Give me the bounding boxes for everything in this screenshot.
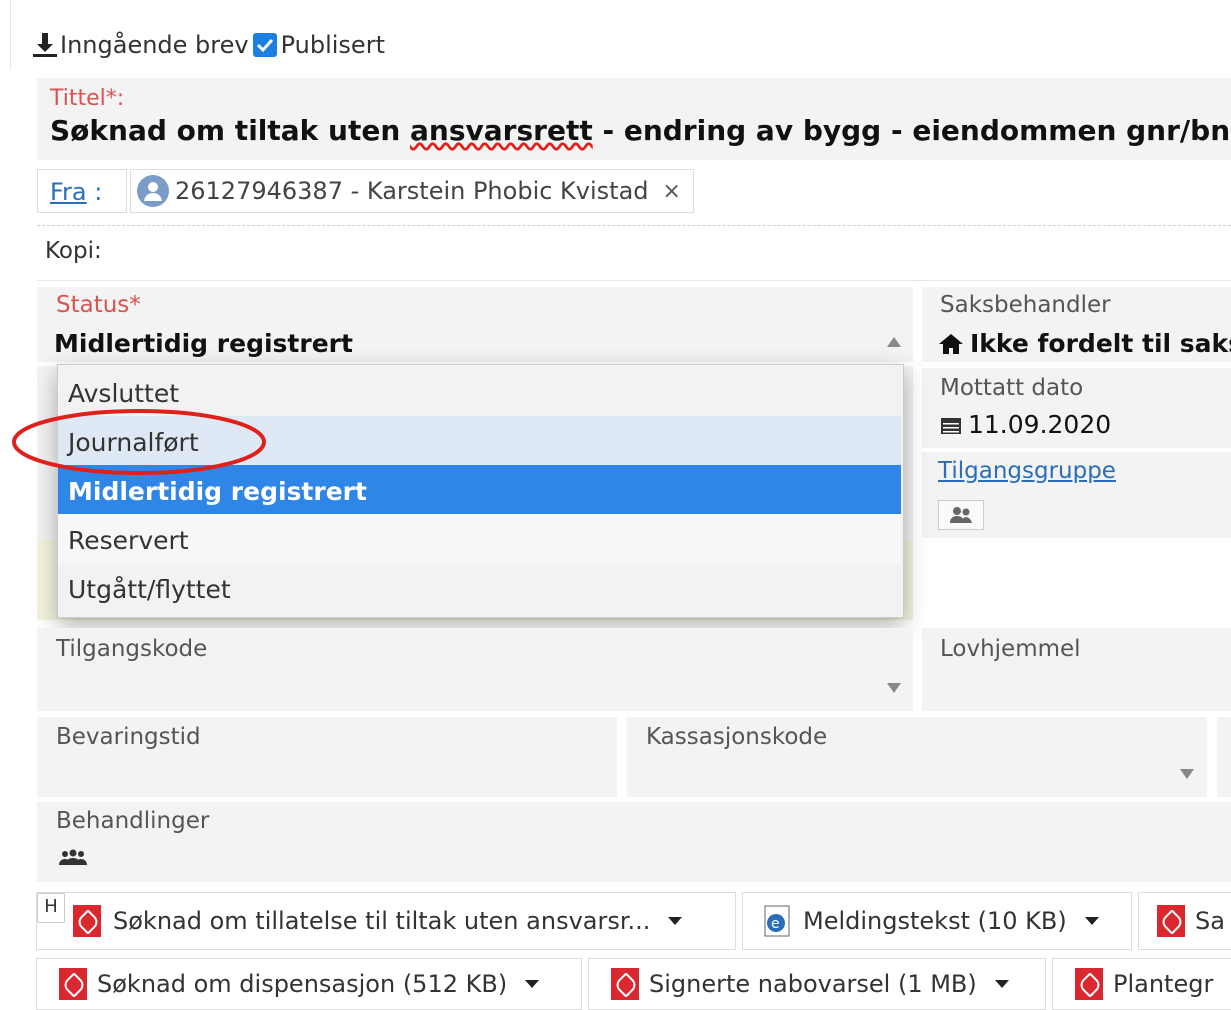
attachment-2[interactable]: e Meldingstekst (10 KB)	[742, 892, 1132, 950]
status-required-marker: *	[129, 292, 141, 318]
attachment-4[interactable]: Søknad om dispensasjon (512 KB)	[36, 958, 582, 1010]
group-icon	[950, 507, 972, 523]
attachment-5[interactable]: Signerte nabovarsel (1 MB)	[588, 958, 1046, 1010]
status-dropdown-list[interactable]: Avsluttet Journalført Midlertidig regist…	[57, 364, 904, 618]
attachment-6-name: Plantegr	[1113, 970, 1214, 998]
status-value: Midlertidig registrert	[54, 329, 353, 358]
attachment-5-name: Signerte nabovarsel (1 MB)	[649, 970, 977, 998]
access-code-caret-icon[interactable]	[887, 683, 901, 693]
title-required-marker: *:	[105, 86, 125, 111]
pdf-icon	[1157, 905, 1185, 937]
status-caret-up-icon[interactable]	[887, 337, 901, 347]
status-option-utgatt-flyttet[interactable]: Utgått/flyttet	[58, 563, 901, 612]
from-label-box: Fra :	[37, 169, 127, 213]
attachment-1[interactable]: H Søknad om tillatelse til tiltak uten a…	[36, 892, 736, 950]
doc-type-label[interactable]: Inngående brev	[60, 31, 249, 59]
access-group-field: Tilgangsgruppe	[922, 452, 1231, 538]
retention-label: Bevaringstid	[56, 724, 201, 750]
attachment-2-name: Meldingstekst (10 KB)	[803, 907, 1067, 935]
from-label-separator: :	[86, 178, 103, 206]
access-code-label: Tilgangskode	[56, 636, 208, 662]
case-handler-value: Ikke fordelt til saks	[970, 329, 1231, 358]
attachment-4-name: Søknad om dispensasjon (512 KB)	[97, 970, 508, 998]
treatments-label: Behandlinger	[56, 808, 210, 834]
from-label-link[interactable]: Fra	[50, 178, 87, 206]
received-date-label: Mottatt dato	[940, 375, 1084, 401]
spellcheck-word: ansvarsrett	[410, 114, 593, 147]
remove-contact-icon[interactable]: ×	[663, 179, 681, 204]
attachment-4-caret-icon[interactable]	[525, 980, 540, 988]
status-option-reservert[interactable]: Reservert	[58, 514, 901, 563]
title-label: Tittel	[50, 86, 106, 111]
treatments-field[interactable]: Behandlinger	[37, 802, 1231, 882]
access-group-button[interactable]	[938, 500, 984, 530]
disposal-code-field[interactable]: Kassasjonskode	[627, 717, 1207, 797]
disposal-code-caret-icon[interactable]	[1180, 769, 1194, 779]
retention-field[interactable]: Bevaringstid	[37, 717, 617, 797]
access-code-field[interactable]: Tilgangskode	[37, 628, 913, 711]
user-avatar-icon	[137, 175, 169, 207]
home-icon	[939, 333, 963, 354]
disposal-code-label: Kassasjonskode	[646, 724, 828, 750]
person-icon	[144, 182, 162, 201]
from-contact-name: 26127946387 - Karstein Phobic Kvistad	[175, 177, 649, 205]
pdf-icon	[611, 968, 639, 1000]
attachment-3-name: Sa	[1195, 907, 1225, 935]
attachment-6[interactable]: Plantegr	[1052, 958, 1231, 1010]
title-value[interactable]: Søknad om tiltak uten ansvarsrett - endr…	[50, 114, 1231, 147]
pdf-icon	[73, 905, 101, 937]
published-label: Publisert	[280, 31, 385, 59]
h-marker: H	[37, 893, 65, 923]
published-checkbox[interactable]	[252, 33, 277, 57]
copy-label: Kopi:	[45, 238, 102, 264]
from-field: Fra : 26127946387 - Karstein Phobic Kvis…	[37, 165, 1231, 221]
left-divider	[10, 0, 11, 70]
attachment-3[interactable]: Sa	[1138, 892, 1231, 950]
received-date-value: 11.09.2020	[968, 410, 1112, 439]
attachment-5-caret-icon[interactable]	[994, 980, 1009, 988]
right-edge-field	[1217, 717, 1231, 797]
annotation-ellipse	[12, 409, 266, 475]
attachment-1-name: Søknad om tillatelse til tiltak uten ans…	[113, 907, 651, 935]
pdf-icon	[59, 968, 87, 1000]
case-handler-field[interactable]: Saksbehandler Ikke fordelt til saks	[922, 287, 1231, 362]
ie-html-icon: e	[764, 905, 790, 937]
calendar-icon	[941, 417, 961, 434]
pdf-icon	[1075, 968, 1103, 1000]
legal-basis-label: Lovhjemmel	[940, 636, 1081, 662]
received-date-field[interactable]: Mottatt dato 11.09.2020	[922, 368, 1231, 448]
attachment-2-caret-icon[interactable]	[1084, 917, 1099, 925]
status-label: Status	[56, 292, 130, 318]
svg-text:e: e	[771, 916, 780, 932]
group-treatments-icon[interactable]	[56, 848, 90, 868]
access-group-link[interactable]: Tilgangsgruppe	[938, 458, 1116, 484]
legal-basis-field[interactable]: Lovhjemmel	[922, 628, 1231, 711]
status-field[interactable]: Status* Midlertidig registrert	[37, 287, 913, 362]
attachment-1-caret-icon[interactable]	[668, 917, 683, 925]
case-handler-label: Saksbehandler	[940, 292, 1111, 318]
copy-field[interactable]: Kopi:	[37, 226, 1231, 281]
from-contact-tag[interactable]: 26127946387 - Karstein Phobic Kvistad ×	[130, 169, 694, 213]
title-field[interactable]: Tittel*: Søknad om tiltak uten ansvarsre…	[37, 78, 1231, 160]
header-bar: Inngående brev Publisert	[30, 28, 385, 62]
check-icon	[256, 38, 273, 53]
download-icon[interactable]	[30, 30, 60, 60]
